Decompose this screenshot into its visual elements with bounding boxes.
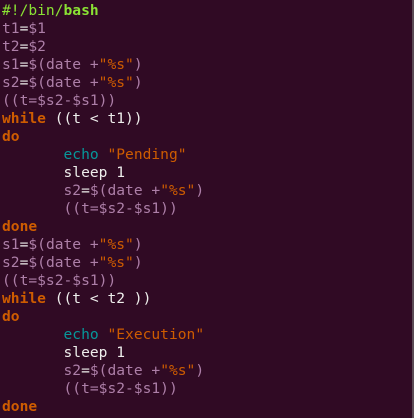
code-line[interactable]: ((t=$s2-$s1)) — [2, 380, 178, 398]
code-line[interactable]: s1=$(date +"%s") — [2, 236, 143, 254]
code-token: ) — [133, 236, 143, 253]
code-token: = — [81, 182, 90, 199]
code-line[interactable]: sleep 1 — [2, 164, 126, 182]
code-token: $(date + — [28, 236, 99, 253]
code-token: done — [2, 218, 38, 235]
code-token: "Pending" — [107, 146, 187, 163]
code-line[interactable]: echo "Pending" — [2, 146, 187, 164]
code-line[interactable]: done — [2, 218, 37, 236]
code-token: bash — [63, 2, 99, 19]
code-token: ) — [195, 362, 205, 379]
code-line[interactable]: s1=$(date +"%s") — [2, 56, 143, 74]
code-line[interactable]: s2=$(date +"%s") — [2, 362, 205, 380]
code-token: #!/bin/ — [2, 2, 64, 19]
code-line[interactable]: ((t=$s2-$s1)) — [2, 200, 178, 218]
code-line[interactable]: s2=$(date +"%s") — [2, 74, 143, 92]
code-token: "%s" — [98, 236, 134, 253]
code-token: sleep 1 — [2, 344, 126, 361]
code-line[interactable]: done — [2, 398, 37, 416]
code-line[interactable]: t2=$2 — [2, 38, 46, 56]
code-token: "Execution" — [107, 326, 205, 343]
code-token: $2 — [28, 38, 46, 55]
code-line[interactable]: s2=$(date +"%s") — [2, 254, 143, 272]
code-token: "%s" — [98, 254, 134, 271]
code-token: do — [2, 128, 20, 145]
code-token: ((t=$s2-$s1)) — [2, 92, 117, 109]
code-token: ((t < t1)) — [45, 110, 143, 127]
code-token: "%s" — [98, 56, 134, 73]
code-token: $(date + — [89, 182, 161, 199]
code-token: ) — [133, 74, 143, 91]
code-token: "%s" — [98, 74, 134, 91]
code-token: echo — [63, 326, 99, 343]
code-line[interactable]: ((t=$s2-$s1)) — [2, 92, 116, 110]
code-line[interactable]: do — [2, 308, 20, 326]
code-token: t2 — [2, 38, 20, 55]
code-line[interactable]: sleep 1 — [2, 344, 126, 362]
code-line[interactable]: t1=$1 — [2, 20, 46, 38]
code-line[interactable]: s2=$(date +"%s") — [2, 182, 205, 200]
code-token: ((t=$s2-$s1)) — [2, 272, 117, 289]
code-token: ((t < t2 )) — [45, 290, 152, 307]
code-token: s1 — [2, 56, 20, 73]
code-line[interactable]: do — [2, 128, 20, 146]
code-line[interactable]: while ((t < t1)) — [2, 110, 143, 128]
code-token: $(date + — [28, 74, 99, 91]
code-token: done — [2, 398, 38, 415]
code-line[interactable]: ((t=$s2-$s1)) — [2, 272, 116, 290]
code-token: ) — [133, 254, 143, 271]
code-token: s2 — [63, 182, 82, 199]
code-token: "%s" — [160, 182, 196, 199]
code-line[interactable]: while ((t < t2 )) — [2, 290, 151, 308]
code-token: ) — [133, 56, 143, 73]
code-line[interactable]: echo "Execution" — [2, 326, 205, 344]
code-token: t1 — [2, 20, 20, 37]
code-editor[interactable]: #!/bin/bash t1=$1 t2=$2 s1=$(date +"%s") s2=… — [0, 0, 414, 418]
code-token: $(date + — [89, 362, 161, 379]
code-token: $(date + — [28, 56, 99, 73]
code-token: sleep 1 — [2, 164, 126, 181]
code-token: ((t=$s2-$s1)) — [63, 380, 178, 397]
code-token: do — [2, 308, 20, 325]
code-token: ((t=$s2-$s1)) — [63, 200, 178, 217]
code-token: "%s" — [160, 362, 196, 379]
code-token: s1 — [2, 236, 20, 253]
code-token: ) — [195, 182, 205, 199]
code-token: s2 — [63, 362, 82, 379]
code-token: $(date + — [28, 254, 99, 271]
code-token: while — [2, 110, 46, 127]
code-line[interactable]: #!/bin/bash — [2, 2, 99, 20]
code-token: $1 — [28, 20, 46, 37]
code-token: echo — [63, 146, 99, 163]
code-token: s2 — [2, 254, 20, 271]
code-token: while — [2, 290, 46, 307]
code-token: s2 — [2, 74, 20, 91]
code-token: = — [81, 362, 90, 379]
